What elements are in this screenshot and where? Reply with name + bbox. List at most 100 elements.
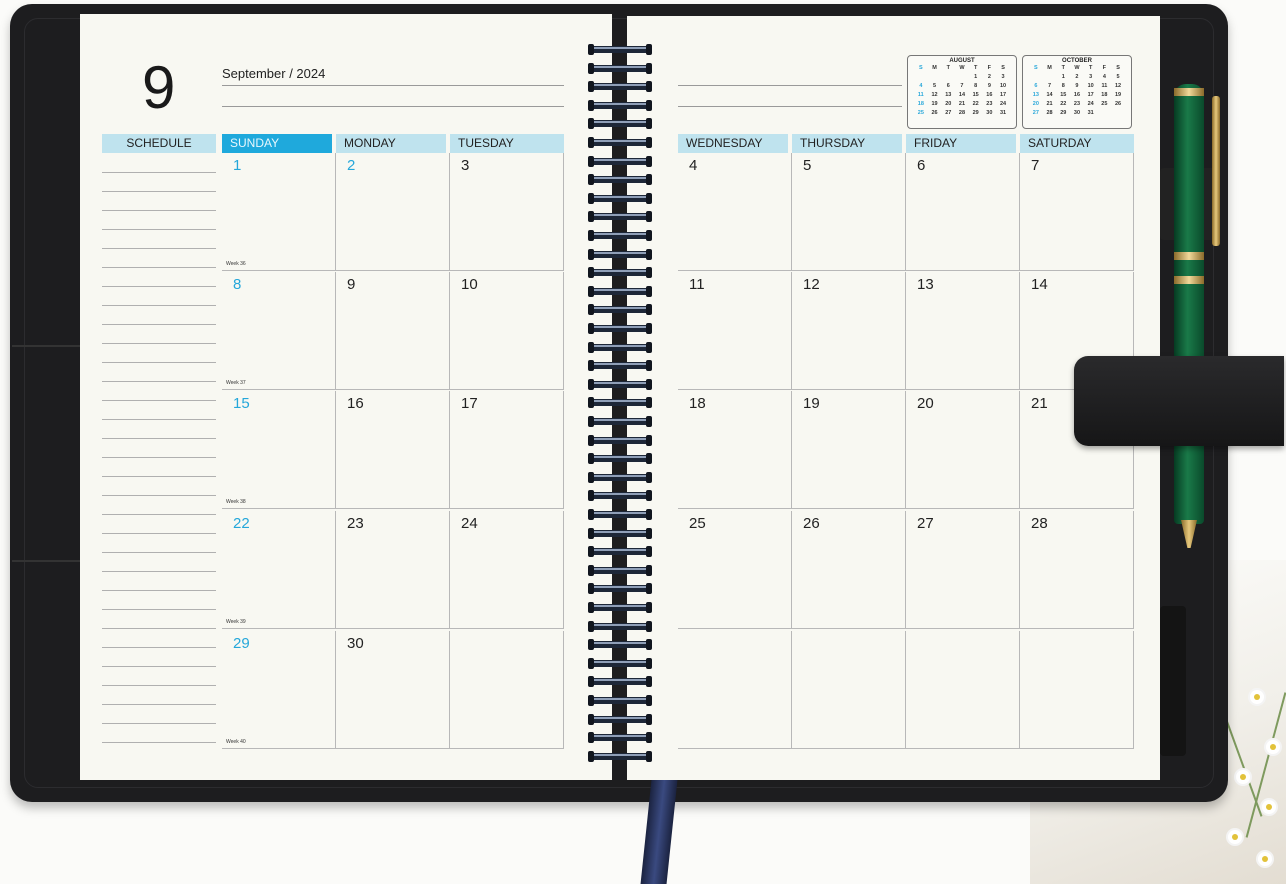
mini-day: [943, 73, 954, 82]
schedule-line: [102, 647, 216, 648]
mini-day: 30: [1073, 110, 1081, 116]
mini-day: 11: [1101, 83, 1108, 89]
pen[interactable]: [1174, 84, 1204, 524]
card-slot: [1160, 606, 1186, 756]
schedule-line: [102, 476, 216, 477]
mini-weekday: S: [1034, 65, 1038, 71]
mini-day: 26: [931, 110, 938, 116]
day-cell: 13: [906, 272, 1020, 390]
day-cell: 10: [450, 272, 564, 390]
schedule-line: [102, 210, 216, 211]
day-cell: 9: [336, 272, 450, 390]
mini-day: 4: [919, 83, 923, 89]
mini-calendar-october: OCTOBER S M T W T F S 1 2 3 4 5 6 7 8 9 10 11 12 13 14 15 16 17…: [1022, 55, 1132, 129]
day-cell: 3: [450, 153, 564, 271]
mini-day: [956, 73, 967, 82]
mini-day: 18: [917, 101, 924, 107]
mini-day: [929, 73, 940, 82]
day-cell: 15 Week 38: [222, 391, 336, 509]
mini-calendar-header: SMTWTFS: [1023, 64, 1131, 73]
day-cell: 20: [906, 391, 1020, 509]
day-number: 18: [689, 395, 706, 412]
day-number: 9: [347, 276, 356, 293]
spiral-coil: [588, 304, 652, 316]
day-cell: 12: [792, 272, 906, 390]
day-number: 4: [689, 157, 698, 174]
spiral-coil: [588, 527, 652, 539]
day-number: 11: [689, 276, 705, 293]
schedule-line: [102, 305, 216, 306]
mini-weekday: M: [932, 65, 937, 71]
mini-day: 2: [987, 74, 991, 80]
mini-day: 5: [1116, 74, 1120, 80]
spiral-coil: [588, 713, 652, 725]
week-label: Week 37: [226, 380, 246, 386]
mini-calendar-row: 20 21 22 23 24 25 26: [1023, 100, 1131, 109]
day-number: 17: [461, 395, 478, 412]
mini-day: 30: [986, 110, 993, 116]
day-cell: 28: [1020, 511, 1134, 629]
spiral-coil: [588, 490, 652, 502]
spiral-coil: [588, 509, 652, 520]
day-number: 19: [803, 395, 820, 412]
day-cell: 5: [792, 153, 906, 271]
spiral-coil: [588, 341, 652, 353]
mini-day: 8: [1061, 83, 1065, 89]
mini-day: 1: [974, 74, 978, 80]
mini-calendar-row: 1 2 3: [908, 73, 1016, 82]
day-number: 23: [347, 515, 364, 532]
mini-day: 25: [1101, 101, 1108, 107]
schedule-line: [102, 362, 216, 363]
mini-day: [1044, 73, 1055, 82]
day-cell: 30: [336, 631, 450, 749]
day-number: 3: [461, 157, 470, 174]
closure-strap[interactable]: [1074, 356, 1284, 446]
schedule-line: [102, 438, 216, 439]
header-rule: [222, 85, 564, 86]
mini-day: 26: [1115, 101, 1122, 107]
header-rule: [222, 106, 564, 107]
schedule-line: [102, 343, 216, 344]
day-cell: 24: [450, 511, 564, 629]
schedule-line: [102, 704, 216, 705]
spiral-coil: [588, 453, 652, 465]
week-label: Week 36: [226, 261, 246, 267]
day-number: 27: [917, 515, 934, 532]
day-cell: 7: [1020, 153, 1134, 271]
spiral-coil: [588, 695, 652, 706]
month-number: 9: [142, 54, 176, 121]
spiral-coil: [588, 118, 652, 130]
spiral-coil: [588, 230, 652, 241]
mini-day: [1099, 109, 1110, 118]
spiral-coil: [588, 471, 652, 483]
mini-day: 24: [1000, 101, 1007, 107]
spiral-coil: [588, 248, 652, 260]
mini-day: 31: [1000, 110, 1007, 116]
spiral-coil: [588, 211, 652, 223]
mini-day: 6: [946, 83, 950, 89]
mini-day: [1113, 109, 1124, 118]
mini-day: 12: [1115, 83, 1122, 89]
mini-calendar-row: 11 12 13 14 15 16 17: [908, 91, 1016, 100]
schedule-header: SCHEDULE: [102, 134, 216, 153]
day-cell: [792, 631, 906, 749]
spiral-coil: [588, 267, 652, 279]
day-number: 7: [1031, 157, 1040, 174]
day-cell: 22 Week 39: [222, 511, 336, 629]
schedule-line: [102, 723, 216, 724]
spiral-coil: [588, 285, 652, 297]
spiral-coil: [588, 99, 652, 111]
mini-day: 16: [986, 92, 993, 98]
mini-weekday: F: [987, 65, 992, 71]
schedule-line: [102, 514, 216, 515]
schedule-line: [102, 571, 216, 572]
mini-day: 1: [1061, 74, 1065, 80]
day-number: 15: [233, 395, 250, 412]
mini-day: 25: [917, 110, 924, 116]
day-number: 28: [1031, 515, 1048, 532]
schedule-line: [102, 628, 216, 629]
pen-band: [1174, 252, 1204, 260]
header-wednesday: WEDNESDAY: [678, 134, 788, 153]
schedule-line: [102, 324, 216, 325]
day-number: 13: [917, 276, 934, 293]
